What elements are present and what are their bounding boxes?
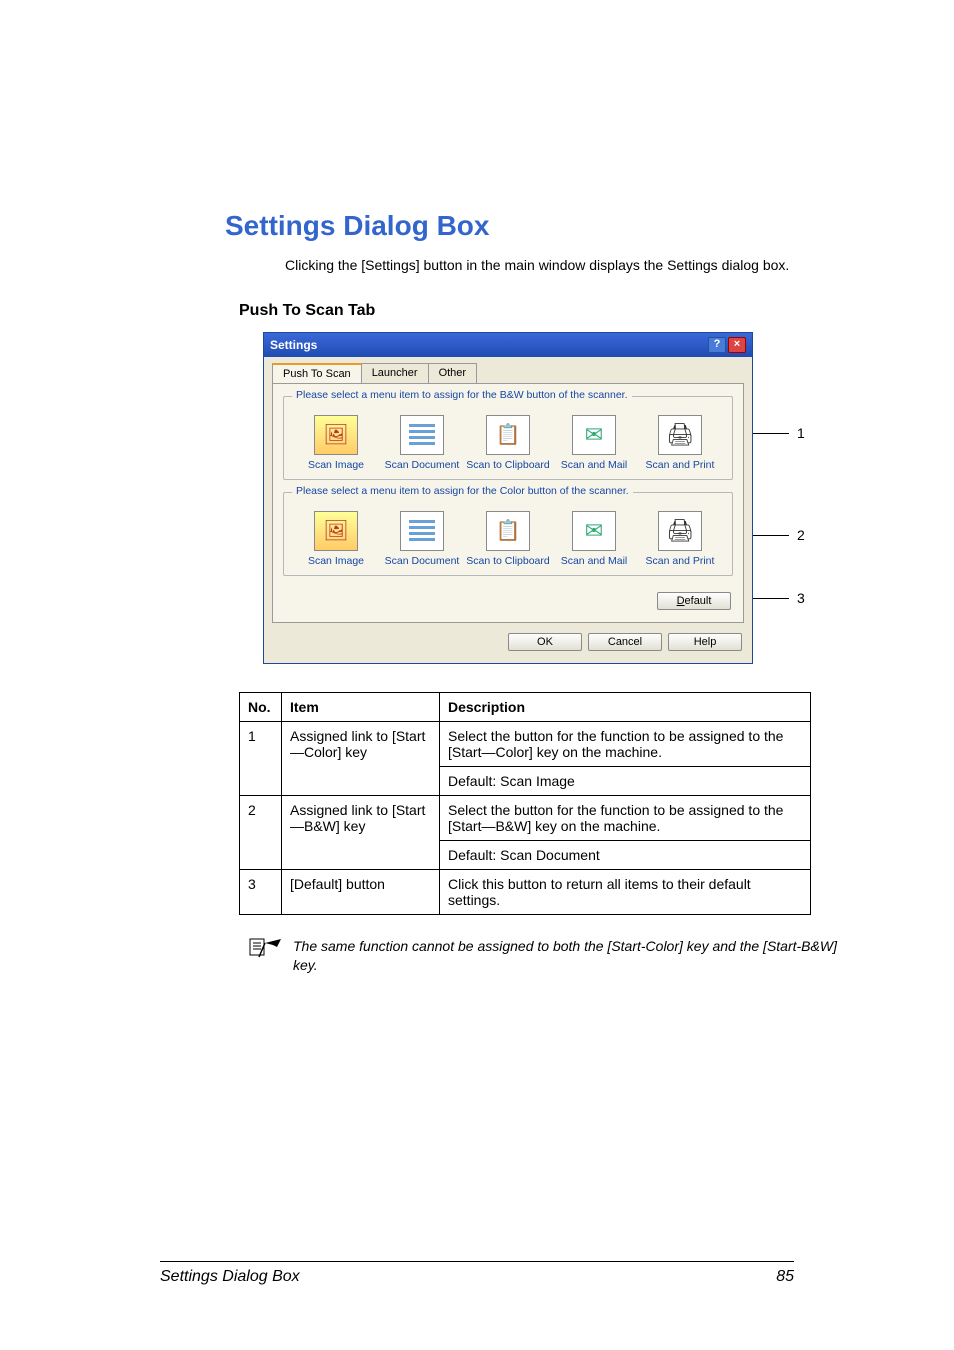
note-text: The same function cannot be assigned to …: [293, 937, 844, 976]
cell-item: Assigned link to [Start—B&W] key: [282, 795, 440, 869]
group-bw: Please select a menu item to assign for …: [283, 396, 733, 480]
table-row: 3 [Default] button Click this button to …: [240, 869, 811, 914]
cancel-button[interactable]: Cancel: [588, 633, 662, 651]
cell-default: Default: Scan Document: [440, 840, 811, 869]
color-scan-mail-button[interactable]: ✉: [572, 511, 616, 551]
bw-scan-image-button[interactable]: 🖼: [314, 415, 358, 455]
color-scan-image-button[interactable]: 🖼: [314, 511, 358, 551]
bw-scan-mail-label: Scan and Mail: [552, 459, 636, 471]
titlebar-help-button[interactable]: ?: [708, 337, 726, 353]
dialog-title: Settings: [270, 338, 317, 352]
cell-no: 1: [240, 721, 282, 795]
cell-item: Assigned link to [Start—Color] key: [282, 721, 440, 795]
color-scan-image-label: Scan Image: [294, 555, 378, 567]
tab-push-to-scan[interactable]: Push To Scan: [272, 363, 362, 383]
color-scan-document-label: Scan Document: [380, 555, 464, 567]
bw-scan-mail-button[interactable]: ✉: [572, 415, 616, 455]
th-no: No.: [240, 692, 282, 721]
color-scan-clipboard-label: Scan to Clipboard: [466, 555, 550, 567]
cell-no: 2: [240, 795, 282, 869]
table-row: 1 Assigned link to [Start—Color] key Sel…: [240, 721, 811, 766]
th-desc: Description: [440, 692, 811, 721]
help-button[interactable]: Help: [668, 633, 742, 651]
bw-scan-print-label: Scan and Print: [638, 459, 722, 471]
group-color: Please select a menu item to assign for …: [283, 492, 733, 576]
group-bw-legend: Please select a menu item to assign for …: [292, 389, 632, 401]
cell-item: [Default] button: [282, 869, 440, 914]
cell-desc: Select the button for the function to be…: [440, 721, 811, 766]
table-row: 2 Assigned link to [Start—B&W] key Selec…: [240, 795, 811, 840]
callout-2: 2: [753, 527, 805, 543]
tab-launcher[interactable]: Launcher: [361, 363, 429, 383]
note: The same function cannot be assigned to …: [249, 937, 844, 976]
group-color-legend: Please select a menu item to assign for …: [292, 485, 633, 497]
section-heading: Push To Scan Tab: [239, 302, 844, 320]
color-scan-mail-label: Scan and Mail: [552, 555, 636, 567]
default-button[interactable]: Default: [657, 592, 731, 610]
ok-button[interactable]: OK: [508, 633, 582, 651]
color-scan-print-label: Scan and Print: [638, 555, 722, 567]
intro-text: Clicking the [Settings] button in the ma…: [285, 256, 844, 276]
tab-other[interactable]: Other: [428, 363, 478, 383]
footer-title: Settings Dialog Box: [160, 1268, 300, 1286]
page-title: Settings Dialog Box: [225, 210, 844, 242]
bw-scan-document-label: Scan Document: [380, 459, 464, 471]
cell-default: Default: Scan Image: [440, 766, 811, 795]
cell-desc: Select the button for the function to be…: [440, 795, 811, 840]
bw-scan-clipboard-label: Scan to Clipboard: [466, 459, 550, 471]
color-scan-document-button[interactable]: [400, 511, 444, 551]
bw-scan-image-label: Scan Image: [294, 459, 378, 471]
callout-3: 3: [753, 590, 805, 606]
bw-scan-document-button[interactable]: [400, 415, 444, 455]
color-scan-clipboard-button[interactable]: 📋: [486, 511, 530, 551]
titlebar: Settings ? ×: [264, 333, 752, 357]
th-item: Item: [282, 692, 440, 721]
description-table: No. Item Description 1 Assigned link to …: [239, 692, 811, 915]
titlebar-close-button[interactable]: ×: [728, 337, 746, 353]
cell-desc: Click this button to return all items to…: [440, 869, 811, 914]
bw-scan-print-button[interactable]: 🖨: [658, 415, 702, 455]
note-icon: [249, 937, 283, 959]
callout-1: 1: [753, 425, 805, 441]
color-scan-print-button[interactable]: 🖨: [658, 511, 702, 551]
page-footer: Settings Dialog Box 85: [160, 1261, 794, 1286]
cell-no: 3: [240, 869, 282, 914]
settings-dialog: Settings ? × Push To Scan Launcher Other…: [263, 332, 753, 664]
footer-page: 85: [776, 1268, 794, 1286]
bw-scan-clipboard-button[interactable]: 📋: [486, 415, 530, 455]
